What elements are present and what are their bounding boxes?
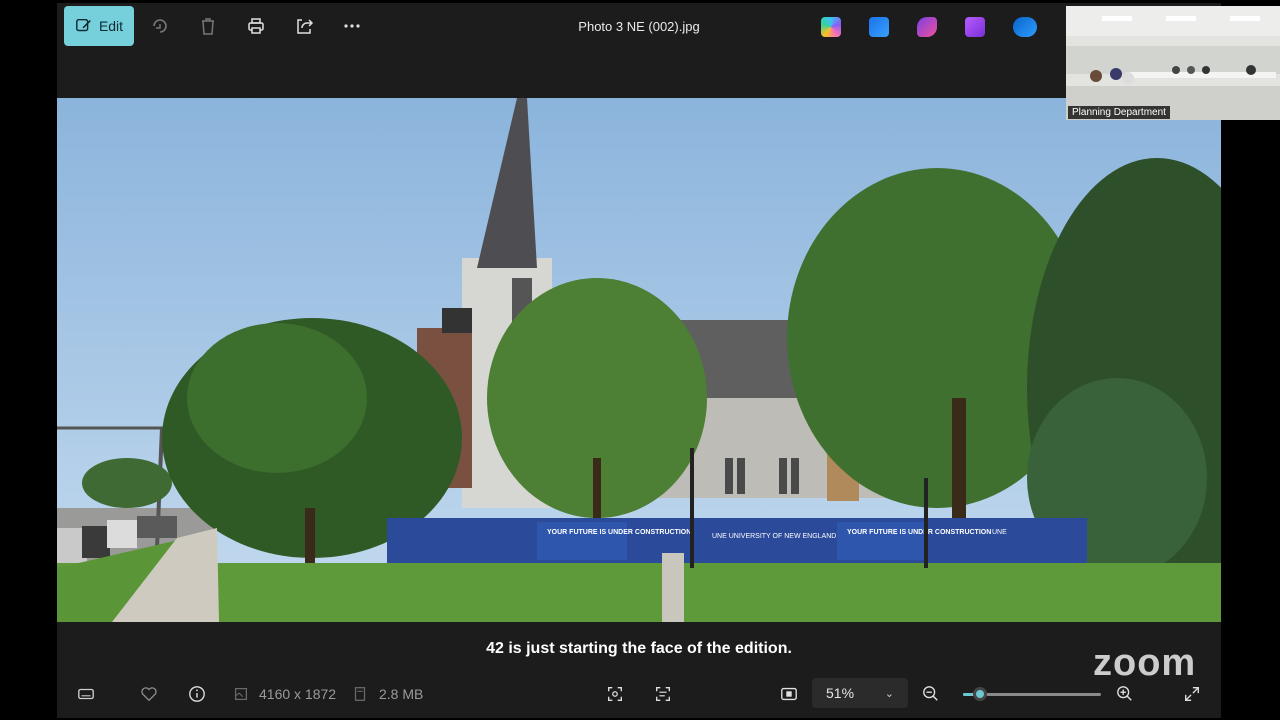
church-photo: YOUR FUTURE IS UNDER CONSTRUCTION UNE UN… — [57, 98, 1221, 622]
image-dimensions: 4160 x 1872 — [259, 686, 337, 702]
resolution-icon — [231, 684, 251, 704]
participant-video-tile[interactable]: Planning Department — [1066, 6, 1280, 120]
zoom-value: 51% — [826, 685, 855, 701]
participant-name: Planning Department — [1068, 106, 1170, 119]
meeting-room-video — [1066, 6, 1280, 120]
visual-search-icon[interactable] — [605, 684, 625, 704]
text-scan-icon[interactable] — [653, 684, 673, 704]
file-size: 2.8 MB — [379, 686, 424, 702]
designer-icon[interactable] — [869, 17, 889, 37]
banner-text-4: UNE — [992, 529, 1007, 536]
window-title: Photo 3 NE (002).jpg — [578, 19, 700, 34]
bottom-toolbar: 4160 x 1872 2.8 MB 51% ⌄ — [57, 670, 1221, 718]
zoom-in-icon[interactable] — [1115, 684, 1135, 704]
zoom-dropdown[interactable]: 51% ⌄ — [812, 678, 908, 708]
zoom-out-icon[interactable] — [921, 684, 941, 704]
copilot-icon[interactable] — [821, 17, 841, 37]
banner-text-3: YOUR FUTURE IS UNDER CONSTRUCTION — [847, 529, 991, 536]
photo-canvas[interactable]: YOUR FUTURE IS UNDER CONSTRUCTION UNE UN… — [57, 98, 1221, 622]
live-caption: 42 is just starting the face of the edit… — [486, 640, 792, 657]
clipchamp-video-icon[interactable] — [965, 17, 985, 37]
filmstrip-icon[interactable] — [76, 684, 96, 704]
banner-text-2: UNE UNIVERSITY OF NEW ENGLAND — [712, 533, 836, 540]
file-size-icon — [350, 684, 370, 704]
photo-viewer-window: Edit Photo 3 NE (002).jpg YOUR FUTURE IS… — [57, 3, 1221, 718]
caption-band: 42 is just starting the face of the edit… — [57, 622, 1221, 670]
clipchamp-icon[interactable] — [917, 17, 937, 37]
top-toolbar: Edit Photo 3 NE (002).jpg — [57, 3, 1221, 98]
fit-to-window-icon[interactable] — [779, 684, 799, 704]
chevron-down-icon: ⌄ — [884, 687, 894, 700]
fullscreen-icon[interactable] — [1182, 684, 1202, 704]
zoom-slider[interactable] — [963, 687, 1101, 701]
onedrive-icon[interactable] — [1013, 17, 1037, 37]
favorite-icon[interactable] — [139, 684, 159, 704]
banner-text-1: YOUR FUTURE IS UNDER CONSTRUCTION — [547, 529, 691, 536]
info-icon[interactable] — [187, 684, 207, 704]
zoom-slider-thumb[interactable] — [972, 687, 987, 701]
zoom-logo: zoom — [1093, 642, 1197, 684]
